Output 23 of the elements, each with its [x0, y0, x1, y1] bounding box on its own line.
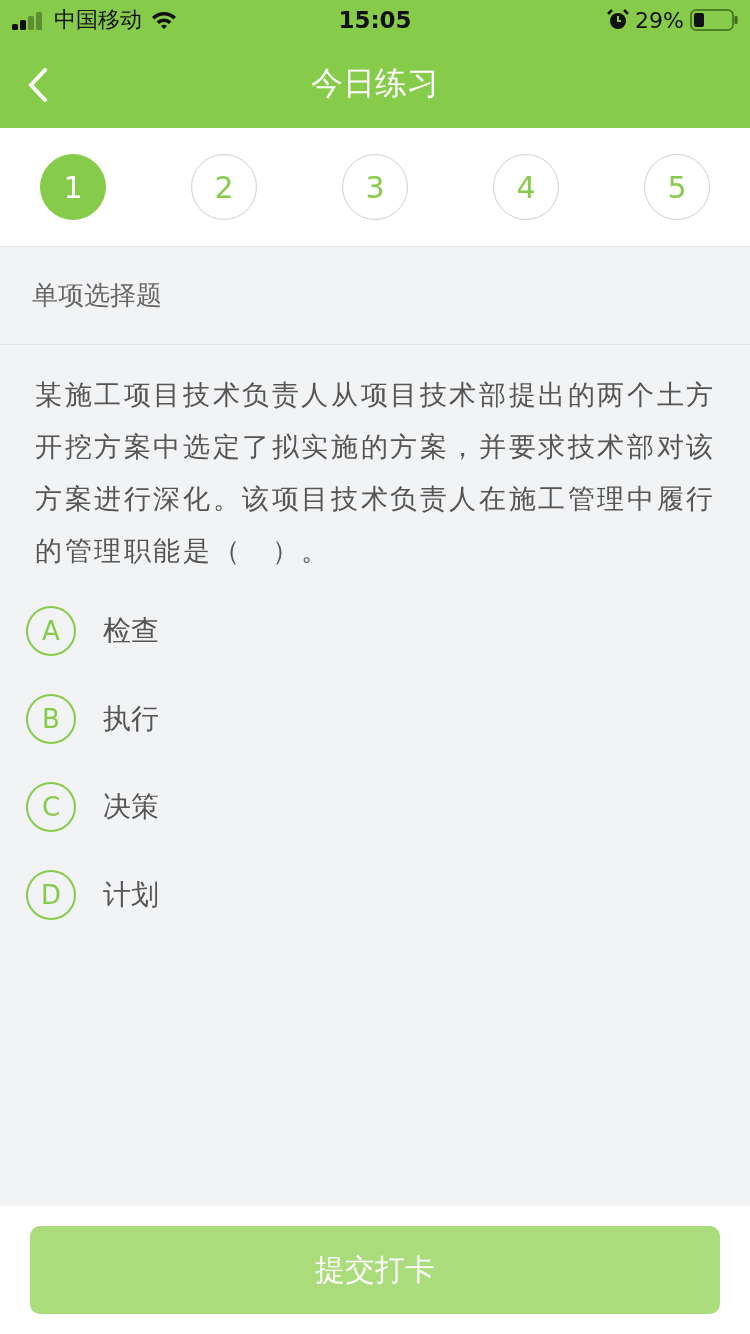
clock-time: 15:05 — [338, 7, 412, 33]
question-number[interactable]: 1 — [40, 154, 106, 220]
option-text[interactable]: 计划 — [103, 876, 159, 914]
battery-icon — [690, 9, 738, 31]
section-label: 单项选择题 — [0, 247, 750, 345]
option-text[interactable]: 决策 — [103, 788, 159, 826]
question-number[interactable]: 4 — [493, 154, 559, 220]
question-number[interactable]: 5 — [644, 154, 710, 220]
option-letter[interactable]: A — [26, 606, 76, 656]
option-text[interactable]: 检查 — [103, 612, 159, 650]
carrier-name: 中国移动 — [54, 6, 142, 34]
question-number[interactable]: 2 — [191, 154, 257, 220]
wifi-icon — [150, 10, 178, 30]
back-icon[interactable] — [28, 68, 48, 102]
alarm-clock-icon — [607, 9, 630, 31]
option-letter[interactable]: B — [26, 694, 76, 744]
option-letter[interactable]: C — [26, 782, 76, 832]
question-number[interactable]: 3 — [342, 154, 408, 220]
page-title: 今日练习 — [311, 63, 439, 104]
question-text: 某施工项目技术负责人从项目技术部提出的两个土方开挖方案中选定了拟实施的方案，并要求技术部对该方案进行深化。该项目技术负责人在施工管理中履行的管理职能是（ ）。 — [35, 378, 717, 568]
option-text[interactable]: 执行 — [103, 700, 159, 738]
battery-percent: 29% — [635, 7, 684, 33]
option-letter[interactable]: D — [26, 870, 76, 920]
